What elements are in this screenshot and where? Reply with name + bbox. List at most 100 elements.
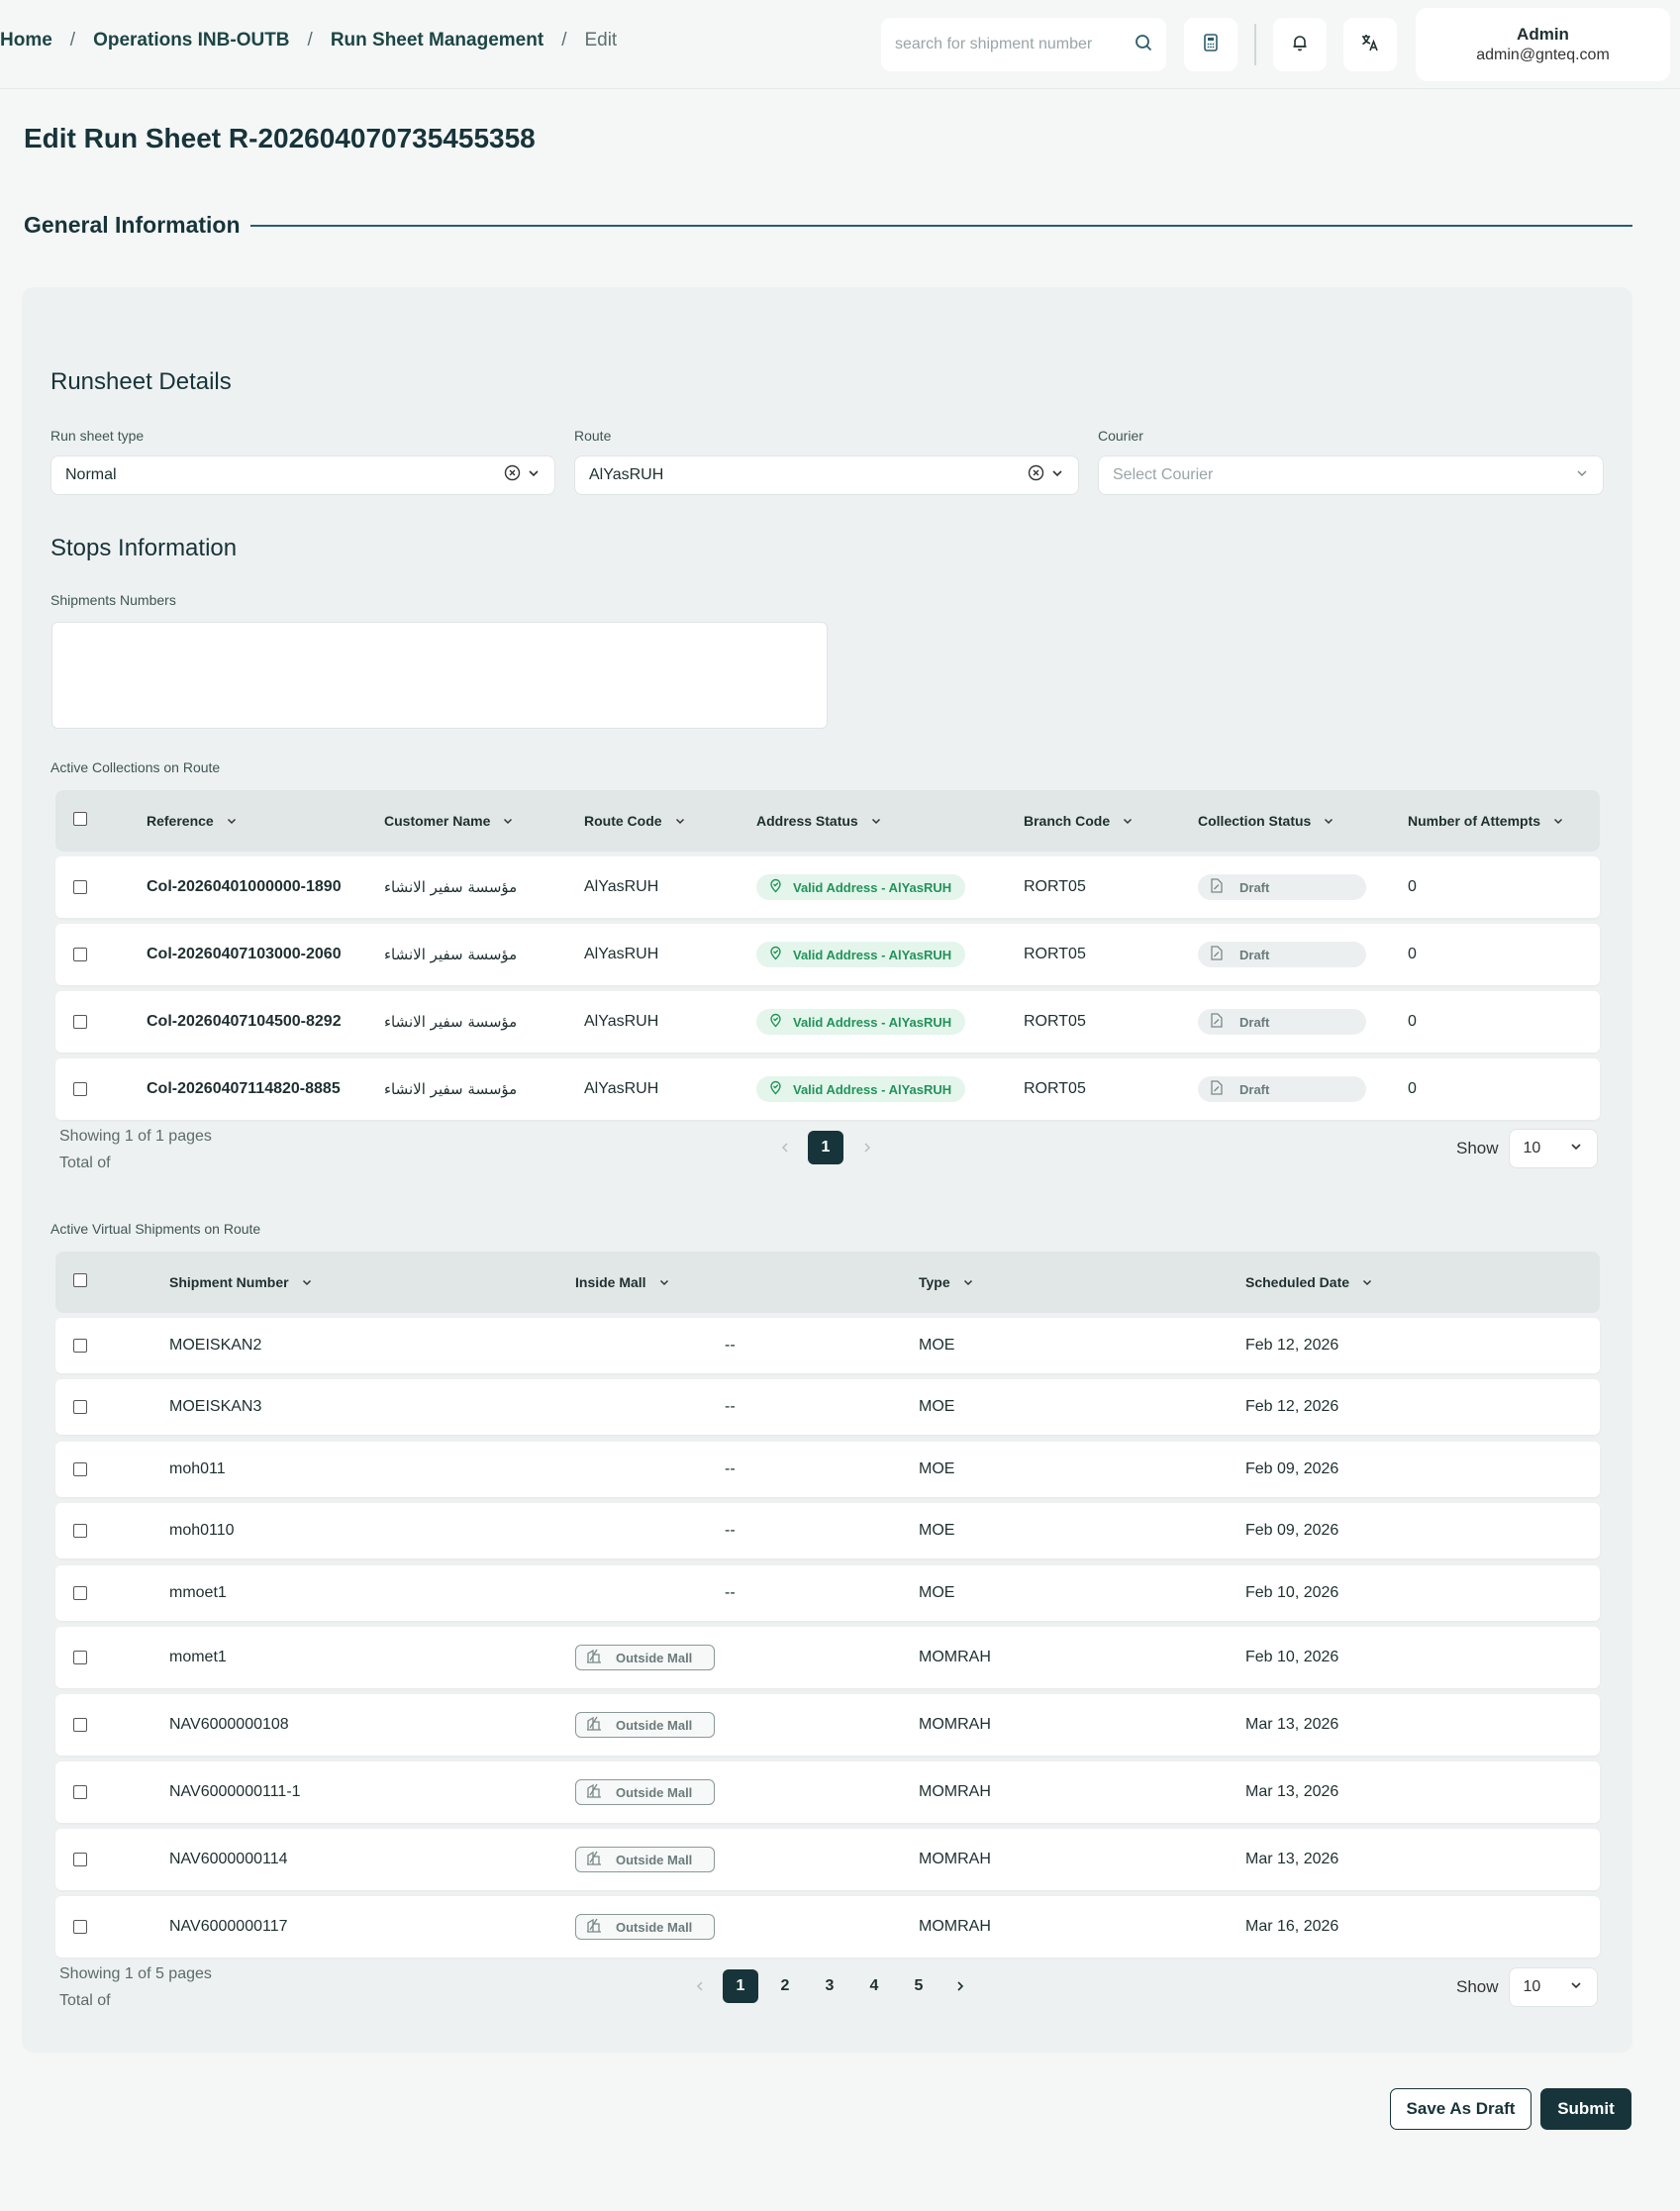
type-cell: MOMRAH	[919, 1783, 991, 1800]
row-checkbox[interactable]	[73, 1718, 87, 1732]
collection-row[interactable]: Col-20260407104500-8292 مؤسسة سفير الانش…	[55, 991, 1600, 1053]
row-checkbox[interactable]	[73, 1586, 87, 1600]
language-button[interactable]	[1343, 18, 1397, 71]
page-button-1[interactable]: 1	[723, 1969, 758, 2003]
inside-mall-cell: --	[725, 1460, 736, 1477]
address-status-badge: Valid Address - AlYasRUH	[756, 1009, 966, 1035]
collection-row[interactable]: Col-20260401000000-1890 مؤسسة سفير الانش…	[55, 856, 1600, 918]
shipment-number-cell: MOEISKAN3	[169, 1398, 262, 1415]
submit-button[interactable]: Submit	[1540, 2088, 1631, 2130]
virtual-shipment-row[interactable]: moh0110 -- MOE Feb 09, 2026	[55, 1503, 1600, 1558]
row-checkbox[interactable]	[73, 1920, 87, 1934]
next-page-icon[interactable]	[945, 1969, 975, 2003]
chevron-down-icon[interactable]	[1050, 466, 1064, 485]
mall-building-icon	[586, 1783, 602, 1801]
row-checkbox[interactable]	[73, 880, 87, 894]
row-checkbox[interactable]	[73, 1524, 87, 1538]
location-pin-icon	[768, 1013, 783, 1031]
next-page-icon[interactable]	[852, 1131, 882, 1164]
row-checkbox[interactable]	[73, 1785, 87, 1799]
sort-chevron-icon	[226, 815, 238, 827]
shipment-number-cell: NAV6000000111-1	[169, 1783, 301, 1800]
attempts-cell: 0	[1408, 1013, 1417, 1030]
column-branch-code[interactable]: Branch Code	[1024, 790, 1134, 852]
page-button-4[interactable]: 4	[856, 1969, 892, 2003]
page-button-2[interactable]: 2	[767, 1969, 803, 2003]
column-collection-status[interactable]: Collection Status	[1198, 790, 1334, 852]
column-inside-mall[interactable]: Inside Mall	[575, 1252, 670, 1313]
collection-row[interactable]: Col-20260407103000-2060 مؤسسة سفير الانش…	[55, 924, 1600, 985]
shipment-number-cell: MOEISKAN2	[169, 1337, 262, 1354]
virtual-shipment-row[interactable]: MOEISKAN2 -- MOE Feb 12, 2026	[55, 1318, 1600, 1373]
shipment-number-cell: moh011	[169, 1460, 226, 1477]
page-button-5[interactable]: 5	[901, 1969, 937, 2003]
inside-mall-badge: Outside Mall	[575, 1645, 715, 1670]
column-number-of-attempts[interactable]: Number of Attempts	[1408, 790, 1564, 852]
virtual-total-text: Total of	[59, 1992, 111, 2009]
inside-mall-badge: Outside Mall	[575, 1847, 715, 1872]
user-menu[interactable]: Admin admin@gnteq.com	[1416, 8, 1670, 81]
column-address-status[interactable]: Address Status	[756, 790, 882, 852]
column-customer-name[interactable]: Customer Name	[384, 790, 514, 852]
page-size-select[interactable]: 10	[1508, 1129, 1598, 1168]
prev-page-icon[interactable]	[770, 1131, 800, 1164]
virtual-shipment-row[interactable]: moh011 -- MOE Feb 09, 2026	[55, 1442, 1600, 1497]
virtual-table-header: Shipment Number Inside Mall Type Schedul…	[55, 1252, 1600, 1313]
select-all-checkbox[interactable]	[73, 1273, 87, 1287]
courier-placeholder: Select Courier	[1113, 466, 1214, 483]
translate-icon	[1360, 33, 1380, 57]
page-button-1[interactable]: 1	[808, 1131, 843, 1164]
breadcrumb-run-sheet-management[interactable]: Run Sheet Management	[331, 30, 544, 51]
virtual-shipment-row[interactable]: NAV6000000114 Outside Mall MOMRAH Mar 13…	[55, 1829, 1600, 1890]
prev-page-icon[interactable]	[685, 1969, 715, 2003]
select-all-checkbox[interactable]	[73, 812, 87, 826]
row-checkbox[interactable]	[73, 1651, 87, 1664]
row-checkbox[interactable]	[73, 948, 87, 961]
breadcrumb-operations[interactable]: Operations INB-OUTB	[93, 30, 289, 51]
virtual-shipment-row[interactable]: NAV6000000117 Outside Mall MOMRAH Mar 16…	[55, 1896, 1600, 1958]
toolbar-divider	[1254, 24, 1256, 65]
calculator-button[interactable]	[1184, 18, 1237, 71]
column-scheduled-date[interactable]: Scheduled Date	[1245, 1252, 1373, 1313]
courier-select[interactable]: Select Courier	[1098, 455, 1604, 495]
virtual-shipment-row[interactable]: momet1 Outside Mall MOMRAH Feb 10, 2026	[55, 1627, 1600, 1688]
scheduled-date-cell: Feb 09, 2026	[1245, 1460, 1339, 1477]
virtual-shipment-row[interactable]: MOEISKAN3 -- MOE Feb 12, 2026	[55, 1379, 1600, 1435]
virtual-shipment-row[interactable]: NAV6000000108 Outside Mall MOMRAH Mar 13…	[55, 1694, 1600, 1756]
virtual-page-size: Show 10	[1456, 1967, 1598, 2007]
virtual-shipment-row[interactable]: mmoet1 -- MOE Feb 10, 2026	[55, 1565, 1600, 1621]
general-information-header: General Information	[24, 212, 1632, 239]
inside-mall-cell: --	[725, 1398, 736, 1415]
chevron-down-icon[interactable]	[1575, 466, 1589, 485]
clear-icon[interactable]	[504, 464, 521, 486]
attempts-cell: 0	[1408, 1080, 1417, 1097]
column-type[interactable]: Type	[919, 1252, 974, 1313]
row-checkbox[interactable]	[73, 1339, 87, 1353]
column-shipment-number[interactable]: Shipment Number	[169, 1252, 313, 1313]
column-route-code[interactable]: Route Code	[584, 790, 686, 852]
breadcrumb-home[interactable]: Home	[0, 30, 52, 51]
collection-row[interactable]: Col-20260407114820-8885 مؤسسة سفير الانش…	[55, 1058, 1600, 1120]
save-as-draft-button[interactable]: Save As Draft	[1390, 2088, 1532, 2130]
page-size-select[interactable]: 10	[1508, 1967, 1598, 2007]
shipments-numbers-textarea[interactable]	[51, 622, 828, 729]
column-reference[interactable]: Reference	[147, 790, 238, 852]
search-icon[interactable]	[1135, 34, 1152, 56]
clear-icon[interactable]	[1028, 464, 1044, 486]
draft-file-icon	[1210, 878, 1224, 896]
notifications-button[interactable]	[1273, 18, 1327, 71]
sort-chevron-icon	[1361, 1276, 1373, 1288]
page-button-3[interactable]: 3	[812, 1969, 847, 2003]
route-select[interactable]: AlYasRUH	[574, 455, 1079, 495]
chevron-down-icon[interactable]	[527, 466, 541, 485]
row-checkbox[interactable]	[73, 1082, 87, 1096]
shipment-number-cell: NAV6000000117	[169, 1918, 288, 1935]
virtual-shipment-row[interactable]: NAV6000000111-1 Outside Mall MOMRAH Mar …	[55, 1761, 1600, 1823]
search-input[interactable]	[895, 36, 1135, 53]
row-checkbox[interactable]	[73, 1853, 87, 1866]
route-value: AlYasRUH	[589, 466, 664, 483]
row-checkbox[interactable]	[73, 1400, 87, 1414]
row-checkbox[interactable]	[73, 1015, 87, 1029]
row-checkbox[interactable]	[73, 1462, 87, 1476]
run-sheet-type-select[interactable]: Normal	[50, 455, 555, 495]
